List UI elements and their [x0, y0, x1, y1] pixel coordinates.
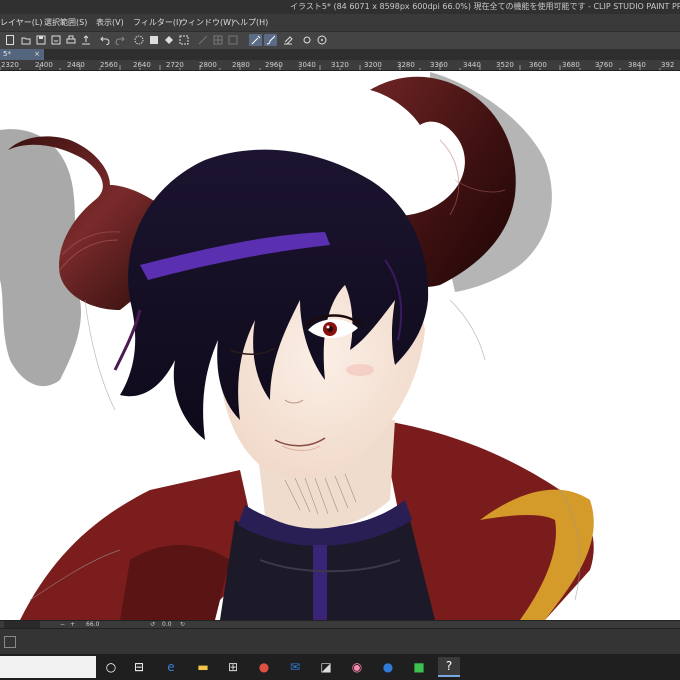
- settings-icon[interactable]: [300, 34, 313, 46]
- ruler-label: 3360: [430, 61, 448, 69]
- chrome-icon[interactable]: ●: [253, 657, 275, 677]
- brush-icon[interactable]: [264, 34, 277, 46]
- ruler-label: 2720: [166, 61, 184, 69]
- window-title: イラスト5* (84 6071 x 8598px 600dpi 66.0%) 現…: [290, 2, 680, 11]
- open-icon[interactable]: [19, 34, 32, 46]
- store-icon[interactable]: ⊞: [222, 657, 244, 677]
- ruler-label: 3040: [298, 61, 316, 69]
- eraser-icon[interactable]: [281, 34, 294, 46]
- tab-label: 5*: [3, 50, 11, 58]
- file-explorer-icon[interactable]: ▬: [192, 657, 214, 677]
- undo-icon[interactable]: [98, 34, 111, 46]
- menu-window[interactable]: ウィンドウ(W): [180, 14, 234, 31]
- taskbar-search-box[interactable]: [0, 656, 96, 678]
- ruler-label: 3120: [331, 61, 349, 69]
- taskbar: ○ ⊟ e ▬ ⊞ ● ✉ ◪ ◉ ● ■ ?: [0, 654, 680, 680]
- lower-panel: [0, 628, 680, 655]
- snap-grid-icon[interactable]: [211, 34, 224, 46]
- title-bar: イラスト5* (84 6071 x 8598px 600dpi 66.0%) 現…: [0, 0, 680, 14]
- pen-icon[interactable]: [249, 34, 262, 46]
- close-icon[interactable]: ×: [34, 49, 40, 60]
- ruler-label: 2560: [100, 61, 118, 69]
- ruler-label: 2400: [35, 61, 53, 69]
- fill-icon[interactable]: [147, 34, 160, 46]
- ruler-label: 3280: [397, 61, 415, 69]
- save-icon[interactable]: [34, 34, 47, 46]
- redo-icon[interactable]: [113, 34, 126, 46]
- tab-bar: 5* ×: [0, 49, 680, 60]
- menu-filter[interactable]: フィルター(I): [133, 14, 181, 31]
- new-icon[interactable]: [3, 34, 16, 46]
- paint-icon[interactable]: ◉: [346, 657, 368, 677]
- menu-layer[interactable]: レイヤー(L): [0, 14, 42, 31]
- cortana-icon[interactable]: ○: [100, 657, 122, 677]
- export-icon[interactable]: [79, 34, 92, 46]
- ruler-label: 3440: [463, 61, 481, 69]
- menu-view[interactable]: 表示(V): [96, 14, 124, 31]
- drawing-canvas[interactable]: [0, 71, 680, 620]
- app-icon[interactable]: ◪: [315, 657, 337, 677]
- menu-bar: レイヤー(L) 選択範囲(S) 表示(V) フィルター(I) ウィンドウ(W) …: [0, 14, 680, 31]
- horizontal-ruler: 2320 2400 2480 2560 2640 2720 2800 2880 …: [0, 60, 680, 71]
- command-bar: [0, 31, 680, 50]
- ruler-label: 3520: [496, 61, 514, 69]
- edge-icon[interactable]: e: [160, 657, 182, 677]
- ruler-label: 2480: [67, 61, 85, 69]
- document-tab[interactable]: 5* ×: [0, 49, 44, 60]
- menu-help[interactable]: ヘルプ(H): [232, 14, 268, 31]
- save-as-icon[interactable]: [49, 34, 62, 46]
- task-view-icon[interactable]: ⊟: [128, 657, 150, 677]
- selection-icon[interactable]: [177, 34, 190, 46]
- ruler-label: 2320: [1, 61, 19, 69]
- print-icon[interactable]: [64, 34, 77, 46]
- help-icon[interactable]: [315, 34, 328, 46]
- ruler-label: 392: [661, 61, 674, 69]
- mail-icon[interactable]: ✉: [284, 657, 306, 677]
- app-blue-icon[interactable]: ●: [377, 657, 399, 677]
- transform-icon[interactable]: [162, 34, 175, 46]
- menu-selection[interactable]: 選択範囲(S): [44, 14, 87, 31]
- ruler-label: 2960: [265, 61, 283, 69]
- ruler-label: 2880: [232, 61, 250, 69]
- ruler-label: 3680: [562, 61, 580, 69]
- ruler-label: 3760: [595, 61, 613, 69]
- snap-shape-icon[interactable]: [226, 34, 239, 46]
- clear-icon[interactable]: [132, 34, 145, 46]
- illustration: [0, 72, 594, 620]
- line-icon[interactable]: ■: [408, 657, 430, 677]
- ruler-label: 2800: [199, 61, 217, 69]
- clip-studio-icon[interactable]: ?: [438, 657, 460, 677]
- ruler-label: 3600: [529, 61, 547, 69]
- ruler-label: 3200: [364, 61, 382, 69]
- ruler-label: 2640: [133, 61, 151, 69]
- snap-ruler-icon[interactable]: [196, 34, 209, 46]
- panel-icon[interactable]: [4, 636, 16, 648]
- ruler-label: 3840: [628, 61, 646, 69]
